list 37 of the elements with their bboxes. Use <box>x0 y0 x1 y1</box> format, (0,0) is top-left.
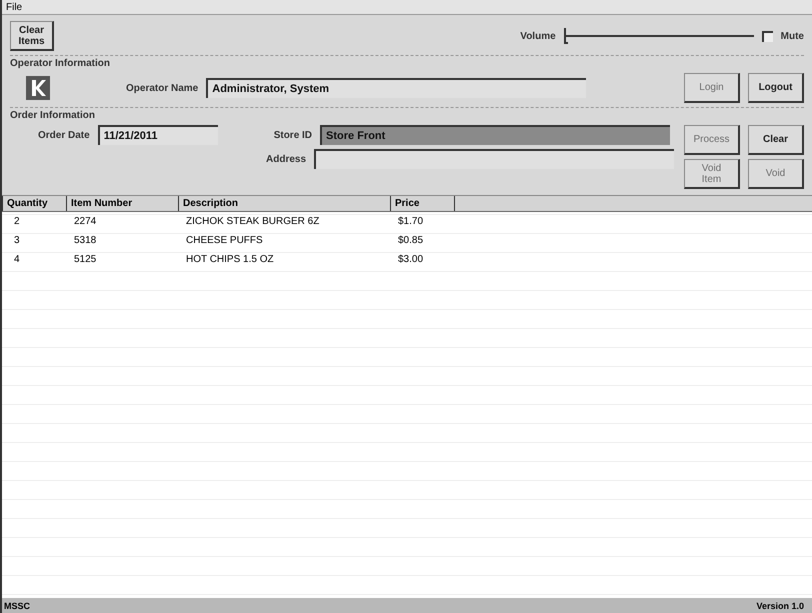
table-cell-text: 5125 <box>73 254 98 265</box>
table-cell-text: 5318 <box>73 235 98 246</box>
table-cell-text: 4 <box>13 254 21 265</box>
column-header[interactable]: Quantity <box>2 196 66 211</box>
order-date-field[interactable]: 11/21/2011 <box>98 125 218 145</box>
table-cell-text: ZICHOK STEAK BURGER 6Z <box>185 216 320 227</box>
column-header[interactable]: Description <box>178 196 390 211</box>
operator-name-label: Operator Name <box>126 82 198 94</box>
operator-name-field[interactable]: Administrator, System <box>206 78 586 98</box>
table-cell-text: 3 <box>13 235 21 246</box>
store-id-label: Store ID <box>274 130 312 140</box>
volume-label: Volume <box>520 30 556 42</box>
table-cell-text: $1.70 <box>397 216 424 227</box>
menu-item[interactable]: File <box>6 2 22 12</box>
store-id-field[interactable]: Store Front <box>320 125 670 145</box>
section-title: Order Information <box>10 110 96 121</box>
clear-button[interactable]: Clear <box>748 125 804 155</box>
address-field[interactable] <box>314 149 674 169</box>
column-header[interactable]: Item Number <box>66 196 178 211</box>
table-cell-text: 2 <box>13 216 21 227</box>
section-title: Operator Information <box>10 58 112 69</box>
table-cell-text: $0.85 <box>397 235 424 246</box>
table-cell-text: 2274 <box>73 216 98 227</box>
table-cell-text: $3.00 <box>397 254 424 265</box>
logo-icon <box>26 76 50 100</box>
table-cell-text: CHEESE PUFFS <box>185 235 264 246</box>
version-text: Version 1.0 <box>756 600 804 610</box>
column-header[interactable]: Price <box>390 196 454 211</box>
address-label: Address <box>266 154 306 164</box>
mute-checkbox[interactable] <box>762 30 773 42</box>
table-cell-text: HOT CHIPS 1.5 OZ <box>185 254 275 265</box>
logout-button[interactable]: Logout <box>748 73 804 103</box>
slider-thumb[interactable] <box>564 28 568 44</box>
order-date-label: Order Date <box>38 130 90 140</box>
mute-label: Mute <box>780 30 804 42</box>
status-text: MSSC <box>4 600 30 610</box>
clear-items-button[interactable]: Clear Items <box>10 21 54 51</box>
